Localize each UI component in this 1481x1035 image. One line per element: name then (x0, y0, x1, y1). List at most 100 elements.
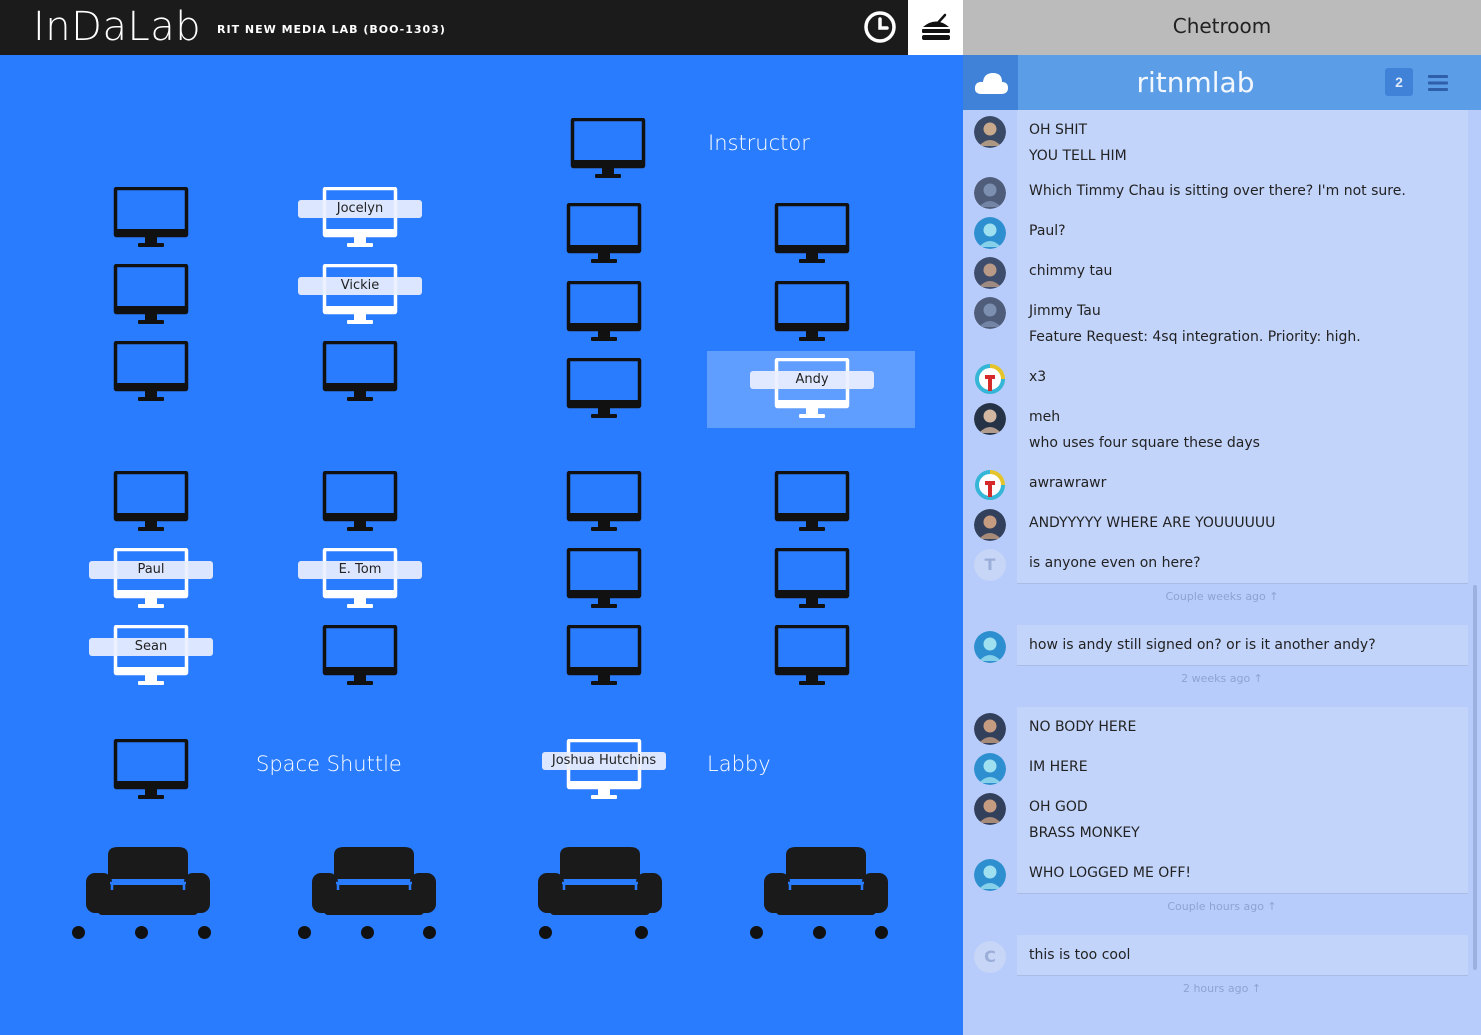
station-monitor[interactable] (774, 203, 854, 268)
station-user-label: Sean (89, 638, 213, 656)
message-text: ANDYYYYY WHERE ARE YOUUUUUU (1029, 515, 1276, 531)
station-monitor[interactable] (113, 341, 193, 406)
user-avatar[interactable] (974, 217, 1006, 249)
station-monitor[interactable] (566, 471, 646, 536)
seat-dot[interactable] (198, 926, 211, 939)
user-avatar[interactable] (974, 509, 1006, 541)
station-monitor-occupied[interactable]: Paul (89, 548, 213, 613)
seat-dot[interactable] (72, 926, 85, 939)
monitor-icon (113, 548, 193, 613)
user-avatar[interactable] (974, 403, 1006, 435)
couch-icon[interactable] (78, 845, 218, 945)
user-avatar[interactable] (974, 297, 1006, 329)
station-monitor[interactable] (566, 281, 646, 346)
seat-dot[interactable] (875, 926, 888, 939)
message-text: NO BODY HERE (1029, 719, 1137, 735)
station-monitor[interactable] (566, 625, 646, 690)
message-text: this is too cool (1029, 947, 1131, 963)
station-monitor-occupied[interactable]: E. Tom (298, 548, 422, 613)
station-monitor[interactable] (113, 187, 193, 252)
message-text: WHO LOGGED ME OFF! (1029, 865, 1192, 881)
user-avatar[interactable] (974, 257, 1006, 289)
station-monitor[interactable] (113, 739, 193, 804)
station-monitor[interactable] (113, 471, 193, 536)
station-monitor[interactable] (774, 471, 854, 536)
station-monitor-occupied[interactable]: Vickie (298, 264, 422, 329)
chat-message: is anyone even on here? (1017, 543, 1468, 584)
monitor-icon (774, 281, 854, 346)
user-avatar[interactable] (974, 469, 1006, 501)
chat-room-name: ritnmlab (1136, 66, 1255, 99)
station-user-label: Paul (89, 561, 213, 579)
message-text: BRASS MONKEY (1029, 825, 1140, 841)
user-avatar[interactable] (974, 713, 1006, 745)
chat-message: how is andy still signed on? or is it an… (1017, 625, 1468, 666)
user-avatar[interactable] (974, 859, 1006, 891)
message-text: IM HERE (1029, 759, 1088, 775)
station-monitor-occupied[interactable]: Joshua Hutchins (542, 739, 666, 804)
monitor-icon (322, 341, 402, 406)
monitor-icon (566, 548, 646, 613)
chat-message: x3 (1017, 357, 1468, 398)
chat-panel: ritnmlab 2 OH SHIT YOU TELL HIM Which Timm… (963, 55, 1481, 1035)
monitor-icon (113, 625, 193, 690)
user-avatar[interactable] (974, 753, 1006, 785)
station-monitor[interactable] (322, 341, 402, 406)
room-label-instructor: Instructor (708, 131, 810, 155)
chat-message: NO BODY HERE (1017, 707, 1468, 748)
station-monitor[interactable] (113, 264, 193, 329)
monitor-icon (774, 358, 854, 423)
menu-icon[interactable] (1423, 68, 1453, 98)
chat-message: Jimmy Tau Feature Request: 4sq integratio… (1017, 291, 1468, 358)
station-monitor-occupied[interactable]: Jocelyn (298, 187, 422, 252)
message-timestamp[interactable]: 2 weeks ago ↑ (963, 672, 1481, 685)
user-avatar[interactable] (974, 116, 1006, 148)
station-user-label: Andy (750, 371, 874, 389)
station-monitor[interactable] (322, 471, 402, 536)
message-text: Jimmy Tau (1029, 303, 1101, 319)
station-user-label: Joshua Hutchins (542, 752, 666, 770)
message-timestamp[interactable]: Couple hours ago ↑ (963, 900, 1481, 913)
seat-dot[interactable] (298, 926, 311, 939)
monitor-icon (774, 203, 854, 268)
chat-message: chimmy tau (1017, 251, 1468, 292)
monitor-icon (566, 739, 646, 804)
top-bar: InDaLab RIT NEW MEDIA LAB (BOO-1303) (0, 0, 963, 55)
message-text: OH SHIT (1029, 122, 1088, 138)
message-timestamp[interactable]: Couple weeks ago ↑ (963, 590, 1481, 603)
user-avatar[interactable] (974, 793, 1006, 825)
clock-icon[interactable] (858, 5, 902, 49)
monitor-icon (566, 471, 646, 536)
station-monitor[interactable] (322, 625, 402, 690)
seat-dot[interactable] (361, 926, 374, 939)
seat-dot[interactable] (423, 926, 436, 939)
monitor-icon (113, 341, 193, 406)
monitor-icon (322, 471, 402, 536)
user-avatar[interactable] (974, 631, 1006, 663)
message-timestamp[interactable]: 2 hours ago ↑ (963, 982, 1481, 995)
station-monitor[interactable] (570, 118, 650, 183)
seat-dot[interactable] (750, 926, 763, 939)
station-monitor[interactable] (774, 281, 854, 346)
station-monitor[interactable] (566, 548, 646, 613)
monitor-icon (774, 548, 854, 613)
station-monitor[interactable] (566, 203, 646, 268)
user-avatar[interactable] (974, 177, 1006, 209)
seat-dot[interactable] (635, 926, 648, 939)
food-icon[interactable] (908, 0, 963, 55)
station-monitor[interactable] (774, 625, 854, 690)
user-avatar[interactable]: T (974, 549, 1006, 581)
app-logo[interactable]: InDaLab (33, 4, 201, 50)
seat-dot[interactable] (539, 926, 552, 939)
seat-dot[interactable] (135, 926, 148, 939)
user-count-badge[interactable]: 2 (1385, 68, 1413, 96)
message-text: is anyone even on here? (1029, 555, 1201, 571)
station-monitor-occupied[interactable]: Sean (89, 625, 213, 690)
station-monitor[interactable] (566, 358, 646, 423)
seat-dot[interactable] (813, 926, 826, 939)
user-avatar[interactable]: C (974, 941, 1006, 973)
station-monitor-occupied[interactable]: Andy (750, 358, 874, 423)
station-monitor[interactable] (774, 548, 854, 613)
cloud-icon[interactable] (963, 55, 1018, 110)
user-avatar[interactable] (974, 363, 1006, 395)
